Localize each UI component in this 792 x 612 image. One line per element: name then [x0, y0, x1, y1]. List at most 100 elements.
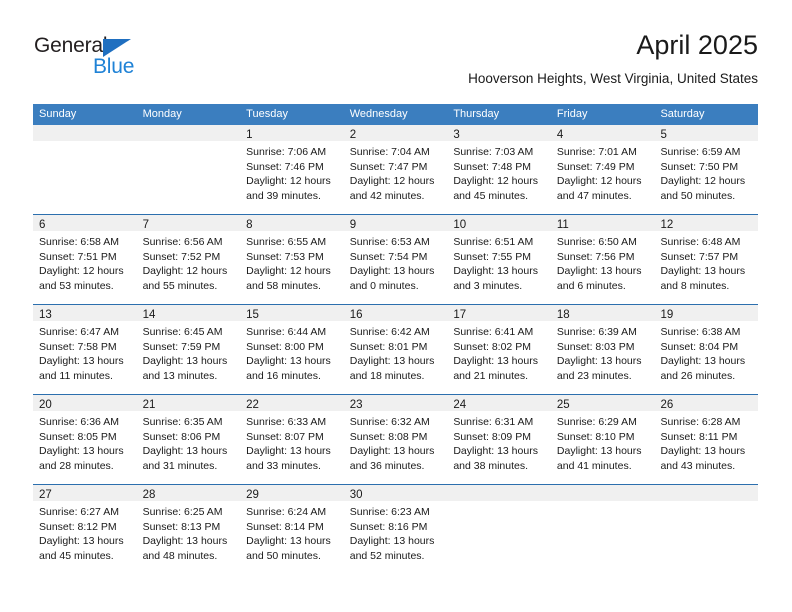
daylight-text-line2: and 21 minutes. — [453, 369, 529, 382]
day-cell-2[interactable]: 2 Sunrise: 7:04 AM Sunset: 7:47 PM Daylight… — [343, 125, 448, 214]
day-cell-16[interactable]: 16 Sunrise: 6:42 AM Sunset: 8:01 PM Dayligh… — [343, 305, 448, 394]
sunset-text: Sunset: 8:12 PM — [39, 520, 117, 533]
day-number: 24 — [453, 399, 467, 411]
daylight-text-line1: Daylight: 12 hours — [246, 175, 331, 187]
day-number-strip: 27 — [33, 485, 137, 501]
day-cell-7[interactable]: 7 Sunrise: 6:56 AM Sunset: 7:52 PM Daylight… — [136, 215, 241, 304]
day-details: Sunrise: 6:44 AM Sunset: 8:00 PM Daylight:… — [240, 321, 344, 383]
daylight-text-line2: and 33 minutes. — [246, 459, 321, 472]
sunset-text: Sunset: 8:10 PM — [556, 430, 635, 443]
calendar-week-row: 6 Sunrise: 6:58 AM Sunset: 7:51 PM Daylight… — [33, 214, 759, 304]
day-cell-1[interactable]: 1 Sunrise: 7:06 AM Sunset: 7:46 PM Daylight… — [240, 125, 344, 214]
sunset-text: Sunset: 7:59 PM — [142, 340, 221, 353]
sunrise-text: Sunrise: 6:47 AM — [39, 326, 119, 338]
day-cell-10[interactable]: 10 Sunrise: 6:51 AM Sunset: 7:55 PM Dayligh… — [447, 215, 551, 304]
day-cell-12[interactable]: 12 Sunrise: 6:48 AM Sunset: 7:57 PM Dayligh… — [654, 215, 759, 304]
day-cell-13[interactable]: 13 Sunrise: 6:47 AM Sunset: 7:58 PM Dayligh… — [33, 305, 137, 394]
day-cell-21[interactable]: 21 Sunrise: 6:35 AM Sunset: 8:06 PM Dayligh… — [136, 395, 241, 484]
calendar-week-row: 27 Sunrise: 6:27 AM Sunset: 8:12 PM Dayligh… — [33, 484, 759, 574]
daylight-text-line2: and 11 minutes. — [39, 369, 113, 382]
day-cell-19[interactable]: 19 Sunrise: 6:38 AM Sunset: 8:04 PM Dayligh… — [654, 305, 759, 394]
weekday-header-row: Sunday Monday Tuesday Wednesday Thursday Frid… — [33, 104, 758, 125]
sunrise-text: Sunrise: 6:25 AM — [142, 506, 223, 518]
sunrise-text: Sunrise: 6:56 AM — [142, 236, 223, 248]
day-cell-empty — [447, 485, 551, 574]
day-cell-17[interactable]: 17 Sunrise: 6:41 AM Sunset: 8:02 PM Dayligh… — [447, 305, 551, 394]
day-cell-5[interactable]: 5 Sunrise: 6:59 AM Sunset: 7:50 PM Daylight… — [654, 125, 759, 214]
sunset-text: Sunset: 7:54 PM — [349, 250, 428, 263]
weekday-header-friday: Friday — [556, 108, 588, 120]
day-number-strip: 30 — [343, 485, 448, 501]
day-details: Sunrise: 6:29 AM Sunset: 8:10 PM Daylight:… — [551, 411, 655, 473]
sunset-text: Sunset: 8:11 PM — [660, 430, 738, 443]
daylight-text-line1: Daylight: 13 hours — [349, 445, 435, 457]
day-details: Sunrise: 6:50 AM Sunset: 7:56 PM Daylight:… — [551, 231, 655, 293]
day-number: 13 — [39, 309, 52, 321]
daylight-text-line2: and 31 minutes. — [142, 459, 218, 472]
day-cell-9[interactable]: 9 Sunrise: 6:53 AM Sunset: 7:54 PM Daylight… — [343, 215, 448, 304]
daylight-text-line2: and 3 minutes. — [453, 279, 523, 292]
sunrise-text: Sunrise: 6:24 AM — [246, 506, 327, 518]
day-cell-8[interactable]: 8 Sunrise: 6:55 AM Sunset: 7:53 PM Daylight… — [240, 215, 344, 304]
day-details: Sunrise: 6:35 AM Sunset: 8:06 PM Daylight:… — [137, 411, 241, 473]
day-details: Sunrise: 6:39 AM Sunset: 8:03 PM Daylight:… — [551, 321, 655, 383]
daylight-text-line2: and 55 minutes. — [142, 279, 218, 292]
day-cell-20[interactable]: 20 Sunrise: 6:36 AM Sunset: 8:05 PM Dayligh… — [33, 395, 137, 484]
daylight-text-line2: and 52 minutes. — [349, 549, 425, 562]
daylight-text-line2: and 45 minutes. — [39, 549, 114, 562]
daylight-text-line1: Daylight: 12 hours — [556, 175, 642, 187]
page-subtitle: Hooverson Heights, West Virginia, United… — [468, 71, 758, 86]
day-number: 8 — [246, 219, 253, 231]
weekday-header-tuesday: Tuesday — [246, 108, 288, 120]
sunrise-text: Sunrise: 6:28 AM — [660, 416, 741, 428]
day-cell-15[interactable]: 15 Sunrise: 6:44 AM Sunset: 8:00 PM Dayligh… — [240, 305, 344, 394]
daylight-text-line1: Daylight: 12 hours — [349, 175, 435, 187]
day-cell-27[interactable]: 27 Sunrise: 6:27 AM Sunset: 8:12 PM Dayligh… — [33, 485, 137, 574]
day-cell-23[interactable]: 23 Sunrise: 6:32 AM Sunset: 8:08 PM Dayligh… — [343, 395, 448, 484]
sunrise-text: Sunrise: 7:03 AM — [453, 146, 534, 158]
day-cell-14[interactable]: 14 Sunrise: 6:45 AM Sunset: 7:59 PM Dayligh… — [136, 305, 241, 394]
day-number-strip — [33, 125, 137, 141]
sunset-text: Sunset: 8:14 PM — [246, 520, 324, 533]
day-details: Sunrise: 7:03 AM Sunset: 7:48 PM Daylight:… — [447, 141, 551, 203]
day-number-strip: 14 — [136, 305, 241, 321]
daylight-text-line2: and 28 minutes. — [39, 459, 114, 472]
sunrise-text: Sunrise: 6:45 AM — [142, 326, 223, 338]
day-cell-4[interactable]: 4 Sunrise: 7:01 AM Sunset: 7:49 PM Daylight… — [550, 125, 655, 214]
day-cell-empty — [136, 125, 241, 214]
day-number: 11 — [556, 219, 569, 231]
day-number: 14 — [142, 309, 156, 321]
day-cell-25[interactable]: 25 Sunrise: 6:29 AM Sunset: 8:10 PM Dayligh… — [550, 395, 655, 484]
weekday-header-monday: Monday — [142, 108, 182, 120]
day-cell-24[interactable]: 24 Sunrise: 6:31 AM Sunset: 8:09 PM Dayligh… — [447, 395, 551, 484]
day-cell-18[interactable]: 18 Sunrise: 6:39 AM Sunset: 8:03 PM Dayligh… — [550, 305, 655, 394]
day-number-strip: 25 — [550, 395, 655, 411]
day-cell-28[interactable]: 28 Sunrise: 6:25 AM Sunset: 8:13 PM Dayligh… — [136, 485, 241, 574]
daylight-text-line1: Daylight: 13 hours — [556, 355, 642, 367]
general-blue-logo[interactable]: General Blue — [34, 34, 164, 90]
day-cell-30[interactable]: 30 Sunrise: 6:23 AM Sunset: 8:16 PM Dayligh… — [343, 485, 448, 574]
day-details: Sunrise: 6:36 AM Sunset: 8:05 PM Daylight:… — [33, 411, 137, 473]
day-number: 5 — [660, 129, 667, 141]
sunset-text: Sunset: 8:09 PM — [453, 430, 531, 443]
day-cell-3[interactable]: 3 Sunrise: 7:03 AM Sunset: 7:48 PM Daylight… — [447, 125, 551, 214]
daylight-text-line2: and 58 minutes. — [246, 279, 321, 292]
daylight-text-line2: and 41 minutes. — [556, 459, 632, 472]
day-number-strip: 19 — [654, 305, 759, 321]
day-number: 3 — [453, 129, 460, 141]
day-number: 12 — [660, 219, 674, 231]
title-block: April 2025 Hooverson Heights, West Virgi… — [468, 28, 758, 89]
day-number: 18 — [556, 309, 570, 321]
calendar-table: Sunday Monday Tuesday Wednesday Thursday Frid… — [33, 104, 759, 574]
sunset-text: Sunset: 7:50 PM — [660, 160, 739, 173]
day-cell-22[interactable]: 22 Sunrise: 6:33 AM Sunset: 8:07 PM Dayligh… — [240, 395, 344, 484]
day-number-strip: 1 — [240, 125, 344, 141]
day-cell-26[interactable]: 26 Sunrise: 6:28 AM Sunset: 8:11 PM Dayligh… — [654, 395, 759, 484]
sunrise-text: Sunrise: 6:55 AM — [246, 236, 327, 248]
day-cell-29[interactable]: 29 Sunrise: 6:24 AM Sunset: 8:14 PM Dayligh… — [240, 485, 344, 574]
daylight-text-line2: and 39 minutes. — [246, 189, 321, 202]
day-number: 23 — [349, 399, 363, 411]
day-cell-11[interactable]: 11 Sunrise: 6:50 AM Sunset: 7:56 PM Dayligh… — [550, 215, 655, 304]
day-number-strip: 3 — [447, 125, 551, 141]
day-cell-6[interactable]: 6 Sunrise: 6:58 AM Sunset: 7:51 PM Daylight… — [33, 215, 137, 304]
